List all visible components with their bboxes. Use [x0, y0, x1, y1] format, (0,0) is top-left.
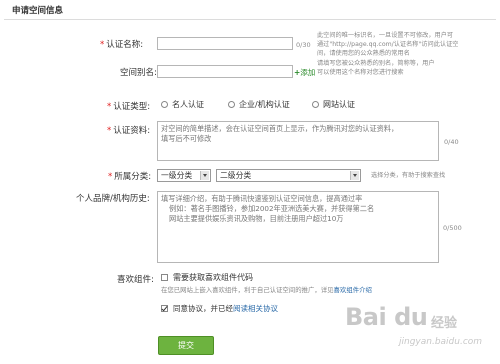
- cert-material-label-text: 认证资料:: [113, 126, 151, 136]
- radio-celebrity-label: 名人认证: [172, 100, 204, 109]
- agreement-checkbox[interactable]: [161, 305, 168, 312]
- section-title: 申请空间信息: [4, 3, 496, 20]
- radio-enterprise-label: 企业/机构认证: [239, 100, 290, 109]
- radio-website[interactable]: [312, 101, 319, 108]
- radio-celebrity[interactable]: [161, 101, 168, 108]
- brand-history-placeholder: 例如：著名手图播铃，参加2002年亚洲选美大赛，并获得第二名: [169, 204, 375, 213]
- submit-button[interactable]: 提交: [158, 336, 214, 355]
- cert-material-textarea[interactable]: 对空间的简单描述，会在认证空间首页上显示，作为腾讯对您的认证资料， 填写后不可修…: [157, 121, 439, 161]
- brand-history-placeholder: 填写详细介绍，有助于腾讯快速鉴别认证空间信息，提高通过率: [161, 194, 363, 203]
- space-alias-hint-line: 请填写您被公众熟悉的别名，简称等，用户: [317, 60, 435, 67]
- radio-website-label: 网站认证: [323, 100, 355, 109]
- secondary-category-value: 二级分类: [220, 171, 252, 180]
- agreement-text: 同意协议，并已经阅读相关协议: [173, 303, 278, 314]
- space-alias-label: 空间别名:: [120, 68, 157, 78]
- cert-name-input[interactable]: [157, 37, 293, 50]
- widget-checkbox-label: 需要获取喜欢组件代码: [173, 273, 253, 282]
- widget-hint-text: 在您已网站上嵌入喜欢组件，利于自己认证空间的推广，详见: [161, 286, 334, 294]
- category-hint: 选择分类，有助于搜索查找: [371, 172, 446, 179]
- brand-history-textarea[interactable]: 填写详细介绍，有助于腾讯快速鉴别认证空间信息，提高通过率 例如：著名手图播铃，参…: [157, 191, 439, 263]
- widget-checkbox[interactable]: [161, 274, 168, 281]
- required-mark: *: [107, 126, 112, 136]
- brand-history-placeholder: 网站主要提供娱乐资讯及购物，目前注册用户超过10万: [169, 214, 344, 223]
- cert-name-counter: 0/30: [296, 41, 311, 49]
- space-alias-hint-line: 可以使用这个名称对您进行搜索: [317, 69, 404, 76]
- space-alias-hint: 请填写您被公众熟悉的别名，简称等，用户 可以使用这个名称对您进行搜索: [317, 59, 497, 77]
- cert-material-counter: 0/40: [444, 138, 459, 146]
- category-label-text: 所属分类:: [114, 172, 152, 182]
- cert-name-hint-line: 此空间的唯一标识名，一旦设置不可修改，用户可: [317, 32, 454, 39]
- required-mark: *: [100, 40, 105, 50]
- widget-label: 喜欢组件:: [117, 275, 154, 285]
- watermark-suffix: 经验: [431, 316, 458, 331]
- required-mark: *: [107, 102, 112, 112]
- cert-name-label-text: 认证名称:: [106, 40, 144, 50]
- watermark-brand: Bai du: [345, 303, 428, 331]
- cert-type-label: * 认证类型:: [107, 100, 150, 112]
- cert-name-hint-line: 间，请使用您的公众熟悉的常用名: [317, 50, 410, 57]
- space-alias-input[interactable]: [157, 65, 293, 78]
- cert-type-label-text: 认证类型:: [113, 102, 151, 112]
- radio-enterprise[interactable]: [228, 101, 235, 108]
- add-alias-label: 添加: [300, 68, 316, 77]
- primary-category-value: 一级分类: [161, 171, 193, 180]
- chevron-down-icon: [350, 171, 359, 180]
- primary-category-select[interactable]: 一级分类: [157, 169, 211, 182]
- brand-history-counter: 0/500: [443, 224, 462, 232]
- secondary-category-select[interactable]: 二级分类: [216, 169, 361, 182]
- cert-material-label: * 认证资料:: [107, 124, 150, 136]
- cert-name-hint-line: 通过"http://page.qq.com/认证名称"访问此认证空: [317, 41, 459, 48]
- add-alias-link[interactable]: +添加: [294, 67, 315, 78]
- baidu-watermark: Bai du 经验 jingyan.baidu.com: [345, 303, 495, 359]
- watermark-url: jingyan.baidu.com: [399, 337, 483, 347]
- widget-hint: 在您已网站上嵌入喜欢组件，利于自己认证空间的推广，详见喜欢组件介绍: [161, 286, 372, 295]
- brand-history-label: 个人品牌/机构历史:: [76, 194, 150, 204]
- agreement-link[interactable]: 阅读相关协议: [233, 304, 278, 313]
- required-mark: *: [108, 172, 113, 182]
- category-label: * 所属分类:: [108, 170, 151, 182]
- widget-intro-link[interactable]: 喜欢组件介绍: [334, 286, 372, 294]
- cert-material-placeholder: 填写后不可修改: [161, 134, 212, 143]
- agreement-prefix: 同意协议，并已经: [173, 304, 233, 313]
- cert-material-placeholder: 对空间的简单描述，会在认证空间首页上显示，作为腾讯对您的认证资料，: [161, 124, 399, 133]
- cert-name-hint: 此空间的唯一标识名，一旦设置不可修改，用户可 通过"http://page.qq…: [317, 31, 497, 58]
- chevron-down-icon: [200, 171, 209, 180]
- cert-name-label: * 认证名称:: [100, 38, 143, 50]
